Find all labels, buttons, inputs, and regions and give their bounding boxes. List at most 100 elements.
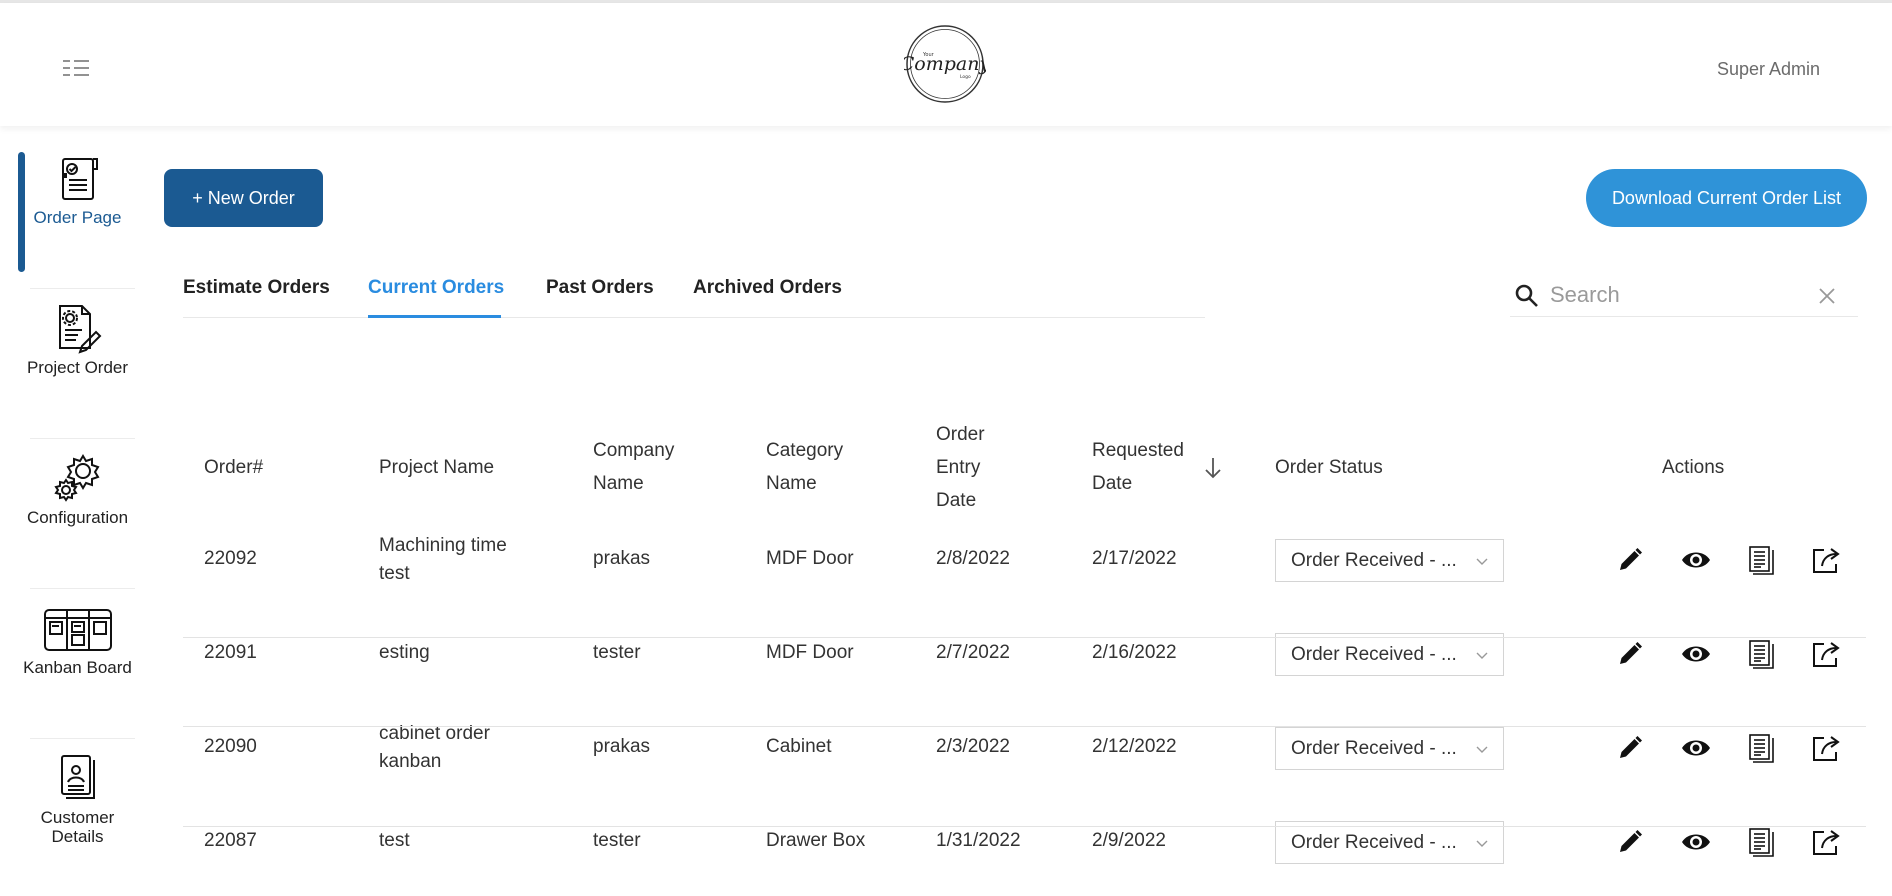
cell-order-number: 22092	[204, 548, 257, 569]
cell-requested-date: 2/9/2022	[1092, 830, 1166, 851]
cell-requested-date: 2/12/2022	[1092, 736, 1177, 757]
column-header-company-name[interactable]: Company Name	[593, 434, 674, 500]
tab-current-orders[interactable]: Current Orders	[368, 277, 504, 299]
tab-past-orders[interactable]: Past Orders	[546, 277, 654, 299]
sidebar-item-customer-details[interactable]: Customer Details	[10, 726, 145, 876]
header-line: Name	[593, 473, 644, 494]
cell-project-name: Machining time test	[379, 532, 507, 588]
customer-details-icon	[52, 752, 104, 804]
view-icon[interactable]	[1680, 826, 1712, 858]
edit-icon[interactable]	[1614, 732, 1646, 764]
sort-descending-icon[interactable]	[1202, 455, 1224, 481]
kanban-board-icon	[43, 602, 112, 654]
order-status-select[interactable]: Order Received - ...	[1275, 633, 1504, 676]
header-line: Category	[766, 440, 844, 461]
order-status-select[interactable]: Order Received - ...	[1275, 727, 1504, 770]
sidebar-item-label: Customer Details	[40, 808, 115, 846]
header-line: Order	[936, 424, 985, 445]
sidebar-item-project-order[interactable]: Project Order	[10, 276, 145, 426]
order-status-value: Order Received - ...	[1291, 738, 1457, 759]
cell-order-number: 22087	[204, 830, 257, 851]
header-line: Name	[766, 473, 817, 494]
cell-company-name: tester	[593, 830, 641, 851]
svg-text:Company: Company	[904, 53, 986, 75]
edit-icon[interactable]	[1614, 544, 1646, 576]
share-icon[interactable]	[1810, 638, 1842, 670]
order-status-value: Order Received - ...	[1291, 832, 1457, 853]
column-header-requested-date[interactable]: Requested Date	[1092, 434, 1184, 500]
order-status-value: Order Received - ...	[1291, 644, 1457, 665]
tab-estimate-orders[interactable]: Estimate Orders	[183, 277, 330, 299]
cell-line: kanban	[379, 751, 442, 772]
sidebar-item-label: Configuration	[26, 508, 129, 527]
cell-order-entry-date: 2/8/2022	[936, 548, 1010, 569]
view-icon[interactable]	[1680, 732, 1712, 764]
download-order-list-button[interactable]: Download Current Order List	[1586, 169, 1867, 227]
cell-order-entry-date: 1/31/2022	[936, 830, 1021, 851]
header-line: Requested	[1092, 440, 1184, 461]
new-order-button[interactable]: + New Order	[164, 169, 323, 227]
cell-category-name: Drawer Box	[766, 830, 866, 851]
sidebar-item-label: Order Page	[33, 208, 122, 227]
cell-company-name: tester	[593, 642, 641, 663]
sidebar-item-label: Project Order	[26, 358, 129, 377]
cell-line: test	[379, 563, 410, 584]
cell-line: test	[379, 830, 410, 851]
cell-requested-date: 2/17/2022	[1092, 548, 1177, 569]
project-order-icon	[52, 302, 104, 354]
menu-toggle-icon[interactable]	[60, 55, 92, 81]
order-page-icon	[52, 152, 104, 204]
gears-icon	[52, 452, 104, 504]
document-icon[interactable]	[1745, 732, 1777, 764]
sidebar: Order Page Project Order Configuration K…	[0, 126, 145, 896]
cell-requested-date: 2/16/2022	[1092, 642, 1177, 663]
view-icon[interactable]	[1680, 544, 1712, 576]
cell-project-name: esting	[379, 639, 430, 667]
sidebar-item-configuration[interactable]: Configuration	[10, 426, 145, 576]
document-icon[interactable]	[1745, 638, 1777, 670]
row-divider	[183, 726, 1866, 727]
column-header-category-name[interactable]: Category Name	[766, 434, 843, 500]
edit-icon[interactable]	[1614, 638, 1646, 670]
share-icon[interactable]	[1810, 826, 1842, 858]
cell-company-name: prakas	[593, 548, 651, 569]
cell-category-name: Cabinet	[766, 736, 832, 757]
document-icon[interactable]	[1745, 544, 1777, 576]
column-header-project-name[interactable]: Project Name	[379, 451, 494, 484]
cell-category-name: MDF Door	[766, 548, 854, 569]
header-line: Date	[1092, 473, 1133, 494]
sidebar-item-order-page[interactable]: Order Page	[10, 126, 145, 276]
svg-text:Logo: Logo	[960, 74, 971, 80]
search-input[interactable]	[1550, 280, 1800, 310]
edit-icon[interactable]	[1614, 826, 1646, 858]
user-name[interactable]: Super Admin	[1717, 59, 1820, 80]
share-icon[interactable]	[1810, 544, 1842, 576]
order-status-value: Order Received - ...	[1291, 550, 1457, 571]
sidebar-item-label: Kanban Board	[23, 658, 132, 677]
active-tab-underline	[368, 315, 501, 318]
app-header: Your Company Logo Super Admin	[0, 3, 1892, 126]
column-header-actions: Actions	[1662, 457, 1725, 478]
column-header-order-status[interactable]: Order Status	[1275, 451, 1383, 484]
chevron-down-icon	[1475, 553, 1489, 567]
sidebar-item-kanban-board[interactable]: Kanban Board	[10, 576, 145, 726]
company-logo[interactable]: Your Company Logo	[900, 23, 990, 105]
search-bar	[1510, 277, 1858, 317]
view-icon[interactable]	[1680, 638, 1712, 670]
clear-search-icon[interactable]	[1816, 285, 1838, 307]
document-icon[interactable]	[1745, 826, 1777, 858]
order-status-select[interactable]: Order Received - ...	[1275, 821, 1504, 864]
chevron-down-icon	[1475, 741, 1489, 755]
cell-line: Machining time	[379, 535, 507, 556]
cell-line: cabinet order	[379, 723, 490, 744]
column-header-order-number[interactable]: Order#	[204, 451, 263, 484]
chevron-down-icon	[1475, 835, 1489, 849]
share-icon[interactable]	[1810, 732, 1842, 764]
column-header-order-entry-date[interactable]: Order Entry Date	[936, 418, 985, 517]
order-status-select[interactable]: Order Received - ...	[1275, 539, 1504, 582]
header-line: Entry	[936, 457, 981, 478]
tab-archived-orders[interactable]: Archived Orders	[693, 277, 842, 299]
row-divider	[183, 637, 1866, 638]
cell-line: esting	[379, 642, 430, 663]
search-icon	[1514, 283, 1540, 309]
